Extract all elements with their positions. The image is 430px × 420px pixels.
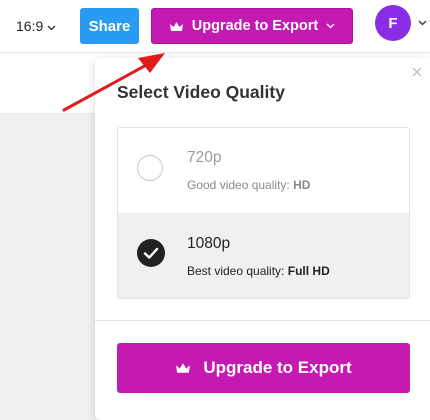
option-description: Good video quality: HD: [187, 178, 311, 192]
panel-title: Select Video Quality: [117, 82, 285, 102]
chevron-down-icon: [326, 23, 335, 29]
radio-unchecked[interactable]: [137, 155, 163, 181]
avatar[interactable]: F: [375, 5, 411, 41]
crown-icon: [175, 362, 191, 374]
chevron-down-icon[interactable]: [418, 20, 427, 26]
top-toolbar: 16:9 Share Upgrade to Export F: [0, 0, 430, 52]
upgrade-to-export-label: Upgrade to Export: [203, 358, 352, 377]
quality-option-1080p[interactable]: 1080p Best video quality: Full HD: [118, 214, 409, 298]
divider: [95, 320, 430, 321]
aspect-ratio-label: 16:9: [16, 18, 44, 34]
check-icon: [143, 247, 159, 259]
quality-option-720p[interactable]: 720p Good video quality: HD: [118, 128, 409, 214]
share-button[interactable]: Share: [80, 8, 139, 44]
crown-icon: [169, 21, 184, 32]
aspect-ratio-dropdown[interactable]: 16:9: [16, 15, 56, 37]
option-description: Best video quality: Full HD: [187, 264, 330, 278]
upgrade-to-export-dropdown-button[interactable]: Upgrade to Export: [151, 8, 353, 44]
option-name: 720p: [187, 149, 222, 166]
quality-options: 720p Good video quality: HD 1080p Best v…: [117, 127, 410, 299]
upgrade-to-export-button[interactable]: Upgrade to Export: [117, 343, 410, 393]
video-quality-panel: Select Video Quality 720p Good video qua…: [95, 58, 430, 420]
avatar-initial: F: [388, 14, 398, 32]
radio-checked[interactable]: [137, 239, 165, 267]
option-name: 1080p: [187, 235, 231, 252]
close-icon[interactable]: [412, 67, 422, 77]
upgrade-to-export-label: Upgrade to Export: [191, 18, 319, 34]
chevron-down-icon: [47, 18, 56, 34]
